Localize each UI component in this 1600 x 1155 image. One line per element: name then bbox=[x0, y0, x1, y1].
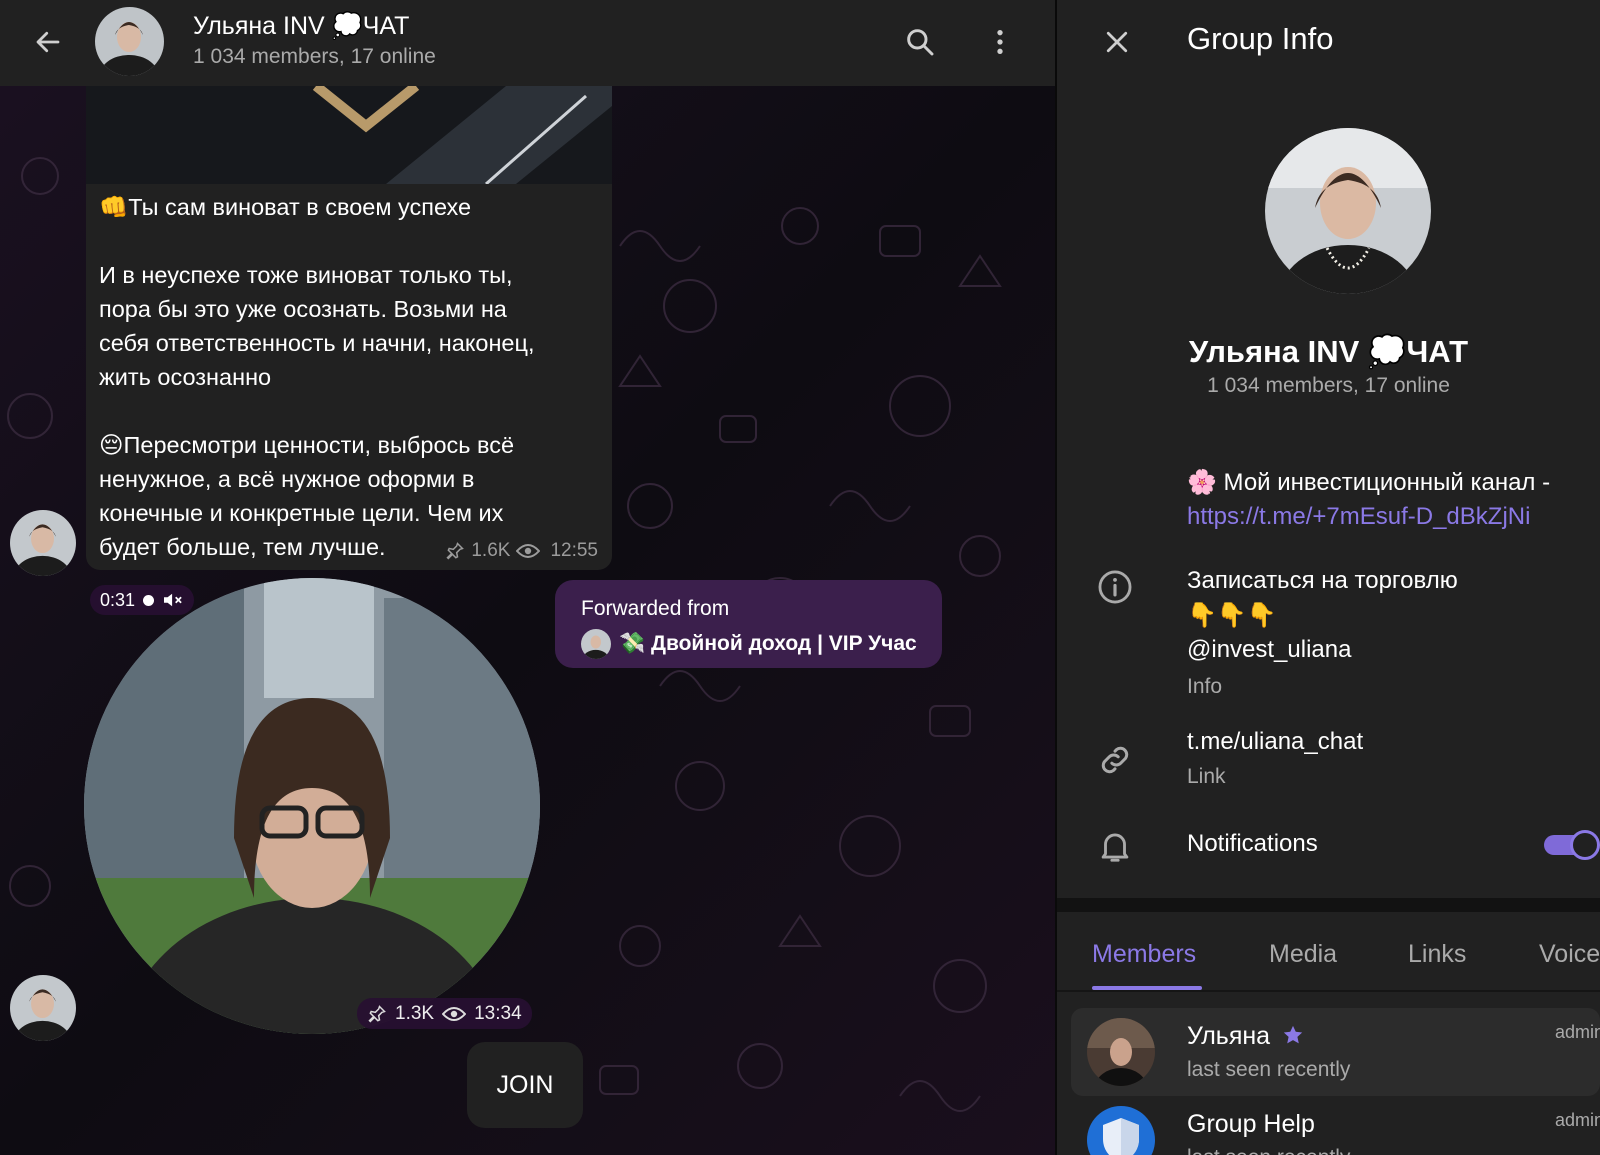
message-views: 1.6K bbox=[471, 540, 511, 561]
pin-icon bbox=[368, 1004, 386, 1023]
chat-subtitle: 1 034 members, 17 online bbox=[193, 45, 436, 68]
member-avatar bbox=[1087, 1106, 1155, 1155]
about-text: Записаться на торговлю bbox=[1187, 567, 1458, 594]
video-views: 1.3K bbox=[395, 1002, 435, 1024]
video-duration: 0:31 bbox=[100, 589, 136, 610]
close-icon[interactable] bbox=[1095, 20, 1139, 64]
info-tabs: Members Media Links Voice bbox=[1057, 912, 1600, 992]
message-line: пора бы это уже осознать. Возьми на bbox=[99, 296, 507, 322]
video-meta: 1.3K 13:34 bbox=[357, 998, 532, 1029]
join-button[interactable]: JOIN bbox=[467, 1042, 583, 1128]
about-caption: Info bbox=[1187, 675, 1223, 698]
member-avatar bbox=[1087, 1018, 1155, 1086]
group-link[interactable]: t.me/uliana_chat bbox=[1187, 728, 1363, 756]
video-duration-pill[interactable]: 0:31 bbox=[90, 585, 195, 615]
member-name: Ульяна bbox=[1187, 1022, 1305, 1051]
recording-dot-icon bbox=[143, 594, 155, 606]
tab-media[interactable]: Media bbox=[1269, 940, 1337, 969]
message-line: И в неуспехе тоже виноват только ты, bbox=[99, 262, 513, 288]
chat-pane: Ульяна INV 💭ЧАТ 1 034 members, 17 online… bbox=[0, 0, 1055, 1155]
member-name-text: Ульяна bbox=[1187, 1022, 1271, 1050]
chat-header: Ульяна INV 💭ЧАТ 1 034 members, 17 online bbox=[0, 0, 1055, 86]
toggle-knob bbox=[1570, 830, 1600, 860]
section-divider bbox=[1057, 898, 1600, 912]
forwarded-label: Forwarded from bbox=[581, 597, 730, 620]
member-row[interactable]: Ульяна last seen recently admin bbox=[1071, 1008, 1600, 1096]
search-icon[interactable] bbox=[898, 20, 942, 64]
forwarded-source[interactable]: 💸 Двойной доход | VIP Учас bbox=[581, 629, 917, 659]
tab-members[interactable]: Members bbox=[1092, 940, 1196, 969]
message-time: 12:55 bbox=[550, 540, 598, 561]
star-icon bbox=[1283, 1025, 1303, 1044]
muted-speaker-icon[interactable] bbox=[162, 591, 184, 609]
more-vertical-icon[interactable] bbox=[978, 20, 1022, 64]
message-line bbox=[99, 394, 599, 428]
chat-avatar[interactable] bbox=[95, 7, 164, 76]
message-meta: 1.6K 12:55 bbox=[445, 540, 598, 562]
tab-voice[interactable]: Voice bbox=[1539, 940, 1600, 969]
message-line: жить осознанно bbox=[99, 364, 272, 390]
tab-links[interactable]: Links bbox=[1408, 940, 1466, 969]
tabs-divider bbox=[1057, 990, 1600, 992]
info-icon bbox=[1095, 567, 1135, 607]
about-handle-link[interactable]: @invest_uliana bbox=[1187, 636, 1351, 664]
member-name: Group Help bbox=[1187, 1110, 1315, 1138]
round-video-message[interactable] bbox=[84, 578, 540, 1034]
back-arrow-icon[interactable] bbox=[28, 22, 68, 62]
video-time: 13:34 bbox=[474, 1002, 522, 1024]
notifications-toggle[interactable] bbox=[1540, 828, 1600, 862]
pin-icon bbox=[446, 542, 465, 560]
group-description: 🌸 Мой инвестиционный канал - https://t.m… bbox=[1187, 466, 1550, 534]
member-row[interactable]: Group Help last seen recently admin bbox=[1071, 1096, 1600, 1155]
message-line: 😔Пересмотри ценности, выбрось всё bbox=[99, 432, 515, 458]
message-bubble[interactable]: 👊Ты сам виноват в своем успехе И в неусп… bbox=[86, 86, 612, 570]
message-text: 👊Ты сам виноват в своем успехе И в неусп… bbox=[99, 190, 599, 564]
member-role: admin bbox=[1554, 1022, 1600, 1042]
member-role: admin bbox=[1554, 1110, 1600, 1130]
description-text: 🌸 Мой инвестиционный канал - bbox=[1187, 469, 1551, 496]
chat-title[interactable]: Ульяна INV 💭ЧАТ bbox=[193, 12, 409, 41]
link-icon bbox=[1095, 740, 1135, 780]
eye-icon bbox=[442, 1006, 467, 1021]
group-info-title: Group Info bbox=[1187, 21, 1334, 56]
forwarded-source-name: 💸 Двойной доход | VIP Учас bbox=[619, 632, 917, 655]
sender-avatar[interactable] bbox=[10, 975, 76, 1041]
sender-avatar[interactable] bbox=[10, 510, 76, 576]
message-line: конечные и конкретные цели. Чем их bbox=[99, 500, 504, 526]
forwarded-source-avatar bbox=[581, 629, 611, 659]
member-status: last seen recently bbox=[1187, 1146, 1350, 1155]
message-photo[interactable] bbox=[86, 86, 612, 184]
about-emoji: 👇👇👇 bbox=[1187, 602, 1277, 629]
bell-icon bbox=[1095, 826, 1135, 866]
description-link[interactable]: https://t.me/+7mEsuf-D_dBkZjNi bbox=[1187, 500, 1550, 534]
message-line: себя ответственность и начни, наконец, bbox=[99, 330, 535, 356]
forwarded-from-card[interactable]: Forwarded from 💸 Двойной доход | VIP Уча… bbox=[555, 580, 942, 668]
group-member-count: 1 034 members, 17 online bbox=[1207, 374, 1450, 397]
group-name: Ульяна INV 💭ЧАТ bbox=[1188, 334, 1469, 369]
member-status: last seen recently bbox=[1187, 1058, 1351, 1081]
message-line bbox=[99, 224, 599, 258]
eye-icon bbox=[516, 544, 541, 558]
link-caption: Link bbox=[1187, 765, 1226, 788]
group-avatar[interactable] bbox=[1265, 128, 1431, 294]
message-line: 👊Ты сам виноват в своем успехе bbox=[99, 194, 472, 220]
message-line: ненужное, а всё нужное оформи в bbox=[99, 466, 475, 492]
notifications-label: Notifications bbox=[1187, 830, 1318, 857]
